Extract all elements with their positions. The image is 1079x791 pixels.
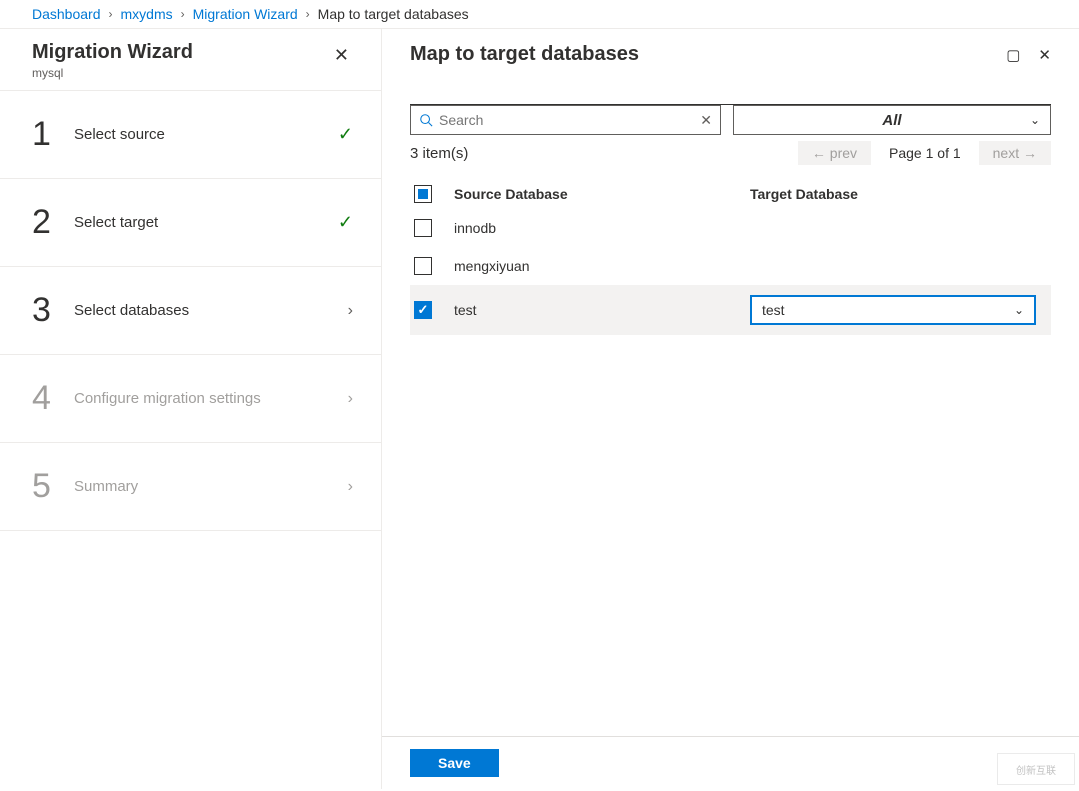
wizard-step-5[interactable]: 5 Summary › — [0, 443, 381, 531]
source-db-name: innodb — [452, 220, 750, 236]
page-label: Page 1 of 1 — [881, 145, 969, 161]
search-input[interactable] — [439, 112, 694, 128]
step-number: 2 — [32, 203, 70, 242]
search-icon — [419, 113, 433, 127]
item-count: 3 item(s) — [410, 145, 468, 162]
column-source: Source Database — [452, 186, 750, 202]
filter-dropdown[interactable]: All ⌄ — [733, 105, 1051, 135]
wizard-step-2[interactable]: 2 Select target ✓ — [0, 179, 381, 267]
main-panel: Map to target databases ▢ ✕ ✕ All ⌄ 3 it… — [382, 29, 1079, 789]
step-label: Select databases — [70, 302, 348, 319]
table-row[interactable]: test test ⌄ — [410, 285, 1051, 335]
filter-value: All — [882, 112, 901, 129]
target-db-value: test — [762, 302, 785, 318]
breadcrumb-dashboard[interactable]: Dashboard — [32, 6, 101, 22]
wizard-step-1[interactable]: 1 Select source ✓ — [0, 91, 381, 179]
pager: ← prev Page 1 of 1 next → — [798, 141, 1051, 165]
breadcrumb-current: Map to target databases — [318, 6, 469, 22]
chevron-right-icon: › — [181, 7, 185, 21]
chevron-down-icon: ⌄ — [1014, 303, 1024, 317]
sidebar-title: Migration Wizard — [32, 41, 193, 64]
step-number: 4 — [32, 379, 70, 418]
checkmark-icon: ✓ — [338, 124, 353, 145]
maximize-icon[interactable]: ▢ — [1006, 46, 1020, 64]
chevron-right-icon: › — [348, 390, 353, 408]
checkmark-icon: ✓ — [338, 212, 353, 233]
close-icon[interactable]: ✕ — [334, 41, 349, 66]
row-checkbox[interactable] — [414, 301, 432, 319]
wizard-step-3[interactable]: 3 Select databases › — [0, 267, 381, 355]
step-label: Summary — [70, 478, 348, 495]
watermark: 创新互联 — [997, 753, 1075, 785]
source-db-name: mengxiyuan — [452, 258, 750, 274]
source-db-name: test — [452, 302, 750, 318]
clear-icon[interactable]: ✕ — [700, 112, 712, 129]
sidebar-subtitle: mysql — [32, 66, 193, 80]
next-button[interactable]: next → — [979, 141, 1051, 165]
page-title: Map to target databases — [410, 43, 639, 66]
step-number: 1 — [32, 115, 70, 154]
step-label: Select source — [70, 126, 338, 143]
chevron-right-icon: › — [348, 302, 353, 320]
breadcrumb-migration-wizard[interactable]: Migration Wizard — [193, 6, 298, 22]
table-row[interactable]: mengxiyuan — [410, 247, 1051, 285]
prev-button[interactable]: ← prev — [798, 141, 871, 165]
search-input-wrap[interactable]: ✕ — [410, 105, 721, 135]
step-label: Select target — [70, 214, 338, 231]
row-checkbox[interactable] — [414, 219, 432, 237]
chevron-right-icon: › — [109, 7, 113, 21]
select-all-checkbox[interactable] — [414, 185, 432, 203]
breadcrumb: Dashboard › mxydms › Migration Wizard › … — [0, 0, 1079, 28]
row-checkbox[interactable] — [414, 257, 432, 275]
column-target: Target Database — [750, 186, 1047, 202]
breadcrumb-mxydms[interactable]: mxydms — [121, 6, 173, 22]
save-button[interactable]: Save — [410, 749, 499, 777]
target-db-select[interactable]: test ⌄ — [750, 295, 1036, 325]
step-number: 5 — [32, 467, 70, 506]
close-icon[interactable]: ✕ — [1038, 46, 1051, 64]
wizard-sidebar: Migration Wizard mysql ✕ 1 Select source… — [0, 29, 382, 789]
table-header: Source Database Target Database — [410, 179, 1051, 209]
chevron-down-icon: ⌄ — [1030, 113, 1040, 127]
step-label: Configure migration settings — [70, 390, 348, 407]
chevron-right-icon: › — [306, 7, 310, 21]
chevron-right-icon: › — [348, 478, 353, 496]
wizard-step-4[interactable]: 4 Configure migration settings › — [0, 355, 381, 443]
step-number: 3 — [32, 291, 70, 330]
table-row[interactable]: innodb — [410, 209, 1051, 247]
